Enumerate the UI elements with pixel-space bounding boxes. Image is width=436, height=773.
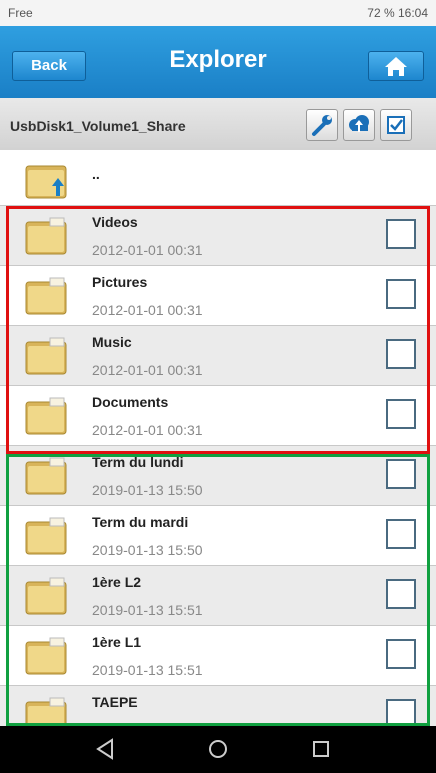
carrier-label: Free [8,6,33,20]
select-checkbox[interactable] [386,219,416,249]
list-item[interactable]: Documents 2012-01-01 00:31 [0,386,436,446]
clock: 16:04 [397,6,428,20]
folder-date: 2012-01-01 00:31 [92,302,203,318]
select-checkbox[interactable] [386,699,416,729]
select-checkbox[interactable] [386,459,416,489]
list-item[interactable]: 1ère L1 2019-01-13 15:51 [0,626,436,686]
page-title: Explorer [169,46,267,73]
folder-date: 2012-01-01 00:31 [92,362,203,378]
back-button[interactable]: Back [12,51,86,81]
parent-folder-icon [25,165,67,199]
back-triangle-icon[interactable] [90,736,120,762]
parent-folder-label: .. [92,166,100,182]
list-item[interactable]: Term du mardi 2019-01-13 15:50 [0,506,436,566]
path-bar: UsbDisk1_Volume1_Share [0,98,436,151]
folder-date: 2012-01-01 00:31 [92,242,203,258]
folder-icon [25,337,67,375]
upload-cloud-icon [349,115,369,132]
navigation-bar [0,726,436,773]
folder-name: 1ère L2 [92,574,142,590]
select-checkbox[interactable] [386,279,416,309]
folder-icon [25,517,67,555]
select-all-icon [387,116,405,134]
battery-level: 72 % [367,6,395,20]
folder-name: Term du lundi [92,454,184,470]
home-button[interactable] [368,51,424,81]
folder-icon [25,577,67,615]
home-circle-icon[interactable] [203,736,233,762]
status-bar: Free 72 % 16:04 [0,0,436,26]
folder-icon [25,277,67,315]
folder-icon [25,397,67,435]
folder-name: TAEPE [92,694,138,710]
list-item[interactable]: Pictures 2012-01-01 00:31 [0,266,436,326]
folder-icon [25,637,67,675]
list-item[interactable]: Music 2012-01-01 00:31 [0,326,436,386]
folder-name: Documents [92,394,169,410]
settings-button[interactable] [306,109,338,141]
select-checkbox[interactable] [386,339,416,369]
folder-date: 2019-01-13 15:51 [92,662,203,678]
folder-icon [25,457,67,495]
select-checkbox[interactable] [386,519,416,549]
home-icon [385,57,407,76]
folder-date: 2019-01-13 15:51 [92,602,203,618]
folder-name: Videos [92,214,138,230]
status-right: 72 % 16:04 [367,6,428,20]
current-path: UsbDisk1_Volume1_Share [10,118,186,134]
app-header: Back Explorer [0,26,436,98]
upload-button[interactable] [343,109,375,141]
select-checkbox[interactable] [386,579,416,609]
folder-icon [25,217,67,255]
folder-date: 2019-01-13 15:50 [92,482,203,498]
list-item[interactable]: Videos 2012-01-01 00:31 [0,206,436,266]
list-item[interactable]: Term du lundi 2019-01-13 15:50 [0,446,436,506]
parent-folder-row[interactable]: .. [0,150,436,206]
folder-date: 2012-01-01 00:31 [92,422,203,438]
list-item[interactable]: 1ère L2 2019-01-13 15:51 [0,566,436,626]
folder-name: 1ère L1 [92,634,142,650]
folder-name: Pictures [92,274,148,290]
recents-square-icon[interactable] [306,736,336,762]
folder-name: Term du mardi [92,514,189,530]
folder-date: 2019-01-13 15:50 [92,542,203,558]
select-all-button[interactable] [380,109,412,141]
select-checkbox[interactable] [386,639,416,669]
wrench-icon [312,115,332,136]
select-checkbox[interactable] [386,399,416,429]
folder-name: Music [92,334,132,350]
